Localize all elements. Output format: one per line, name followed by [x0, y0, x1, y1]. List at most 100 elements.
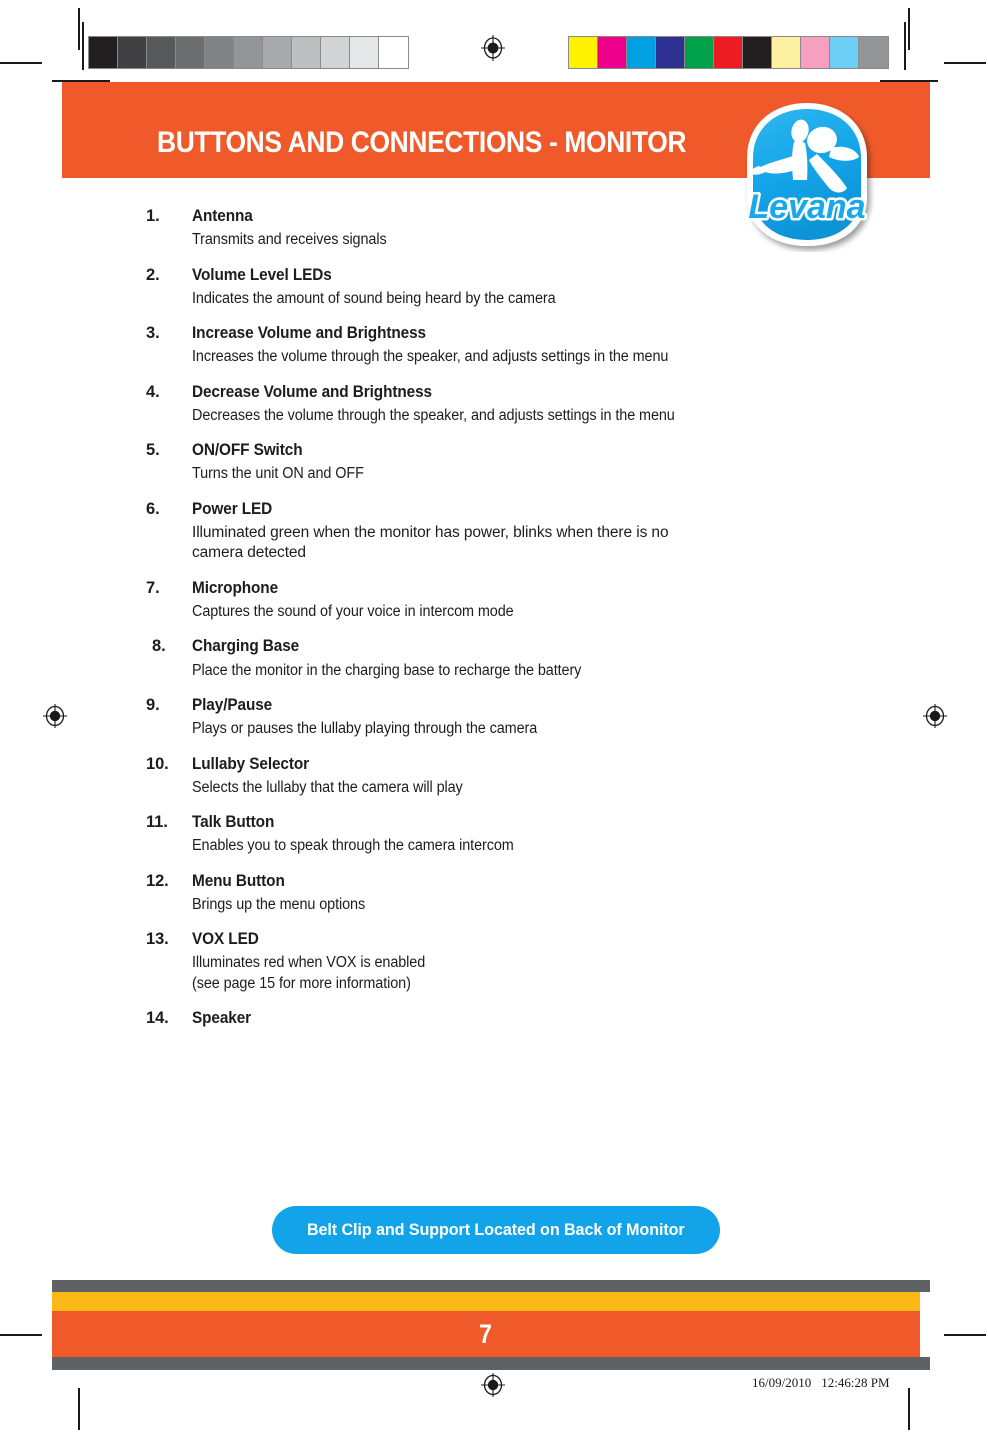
list-item-description-line: Transmits and receives signals: [192, 231, 387, 249]
list-item-title: Speaker: [192, 1009, 252, 1028]
grayscale-swatch: [350, 37, 379, 68]
list-item: 8. Charging Base Place the monitor in the …: [146, 636, 794, 681]
list-item-number: 11.: [146, 813, 168, 832]
grayscale-swatch: [147, 37, 176, 68]
list-item-description: Increases the volume through the speaker…: [192, 344, 794, 367]
list-item-title: Microphone: [192, 578, 279, 597]
grayscale-swatch: [379, 37, 408, 68]
list-item-description-line: Increases the volume through the speaker…: [192, 348, 669, 366]
list-item-title: Talk Button: [192, 813, 275, 832]
list-item-heading: 9. Play/Pause: [146, 695, 794, 716]
list-item-description-line: Illuminates red when VOX is enabled: [192, 954, 426, 972]
list-item: 13. VOX LED Illuminates red when VOX is en…: [146, 929, 794, 994]
list-item-description: Decreases the volume through the speaker…: [192, 403, 794, 426]
list-item-heading: 10. Lullaby Selector: [146, 754, 794, 775]
list-item-heading: 8. Charging Base: [146, 636, 794, 657]
footer-orange-bar: 7: [52, 1311, 920, 1357]
list-item-description: Indicates the amount of sound being hear…: [192, 286, 794, 309]
list-item-description: Plays or pauses the lullaby playing thro…: [192, 716, 794, 739]
list-item-number: 6.: [146, 499, 160, 518]
list-item-description-line: camera detected: [192, 544, 306, 562]
list-item: 2. Volume Level LEDs Indicates the amount …: [146, 265, 794, 310]
list-item-title: Play/Pause: [192, 695, 273, 714]
list-item-description: Turns the unit ON and OFF: [192, 461, 794, 484]
list-item-description-line: Illuminated green when the monitor has p…: [192, 523, 669, 541]
crop-mark-top-left-horizontal: [0, 62, 42, 64]
list-item-description-line: Enables you to speak through the camera …: [192, 837, 514, 855]
list-item-description: Captures the sound of your voice in inte…: [192, 599, 794, 622]
list-item-number: 9.: [146, 695, 160, 714]
list-item-title: Increase Volume and Brightness: [192, 324, 426, 343]
grayscale-calibration-bar: [88, 36, 409, 69]
list-item-title: Menu Button: [192, 871, 285, 890]
list-item-description: Illuminates red when VOX is enabled (see …: [192, 950, 794, 994]
color-swatch: [569, 37, 598, 68]
list-item-heading: 13. VOX LED: [146, 929, 794, 950]
color-swatch: [656, 37, 685, 68]
list-item: 5. ON/OFF Switch Turns the unit ON and OFF: [146, 440, 794, 485]
list-item-heading: 4. Decrease Volume and Brightness: [146, 382, 794, 403]
list-item-heading: 12. Menu Button: [146, 871, 794, 892]
crop-mark-right-edge-upper: [904, 22, 906, 70]
list-item-number: 10.: [146, 754, 169, 773]
list-item-description: Enables you to speak through the camera …: [192, 833, 794, 856]
list-item-description-line: Plays or pauses the lullaby playing thro…: [192, 720, 538, 738]
crop-mark-bottom-left-vertical: [78, 1388, 80, 1430]
crop-mark-left-edge-upper: [82, 22, 84, 70]
footer-gold-bar: [52, 1292, 920, 1311]
list-item-heading: 5. ON/OFF Switch: [146, 440, 794, 461]
list-item-heading: 3. Increase Volume and Brightness: [146, 323, 794, 344]
belt-clip-callout[interactable]: Belt Clip and Support Located on Back of…: [272, 1206, 720, 1254]
list-item-number: 8.: [152, 637, 166, 656]
list-item-description-line: Place the monitor in the charging base t…: [192, 661, 582, 679]
list-item-title: Charging Base: [192, 637, 300, 656]
list-item-number: 5.: [146, 441, 160, 460]
list-item-description: Illuminated green when the monitor has p…: [192, 520, 830, 564]
list-item-title: VOX LED: [192, 930, 259, 949]
list-item-number: 1.: [146, 207, 160, 225]
print-timestamp-date: 16/09/2010: [752, 1375, 812, 1390]
list-item-title: Lullaby Selector: [192, 754, 310, 773]
list-item-description-line: Indicates the amount of sound being hear…: [192, 289, 556, 307]
buttons-and-connections-list: 1. Antenna Transmits and receives signals 2…: [146, 206, 794, 1043]
grayscale-swatch: [263, 37, 292, 68]
footer-gray-bottom-bar: [52, 1357, 930, 1370]
page-number: 7: [479, 1318, 493, 1349]
list-item-description-line: Turns the unit ON and OFF: [192, 465, 364, 483]
list-item-heading: 11. Talk Button: [146, 812, 794, 833]
crop-mark-bottom-right-vertical: [908, 1388, 910, 1430]
list-item: 12. Menu Button Brings up the menu options: [146, 871, 794, 916]
list-item: 6. Power LED Illuminated green when the mo…: [146, 499, 794, 564]
list-item-heading: 1. Antenna: [146, 206, 794, 227]
page-footer: 7: [52, 1280, 930, 1370]
list-item-description-line: Decreases the volume through the speaker…: [192, 406, 675, 424]
list-item-title: Power LED: [192, 499, 273, 518]
list-item: 14. Speaker: [146, 1008, 794, 1029]
color-swatch: [772, 37, 801, 68]
registration-mark-bottom-center: [480, 1372, 506, 1398]
list-item-number: 4.: [146, 382, 160, 401]
list-item-number: 3.: [146, 324, 160, 343]
grayscale-swatch: [292, 37, 321, 68]
list-item-title: Volume Level LEDs: [192, 265, 332, 284]
footer-gray-top-bar: [52, 1280, 930, 1292]
registration-mark-top-center: [480, 35, 506, 61]
list-item: 10. Lullaby Selector Selects the lullaby t…: [146, 754, 794, 799]
color-swatch: [743, 37, 772, 68]
color-swatch: [859, 37, 888, 68]
list-item-title: ON/OFF Switch: [192, 441, 303, 460]
list-item-description-line: Captures the sound of your voice in inte…: [192, 602, 514, 620]
list-item-number: 7.: [146, 578, 160, 597]
color-swatch: [598, 37, 627, 68]
list-item-description-line: (see page 15 for more information): [192, 974, 411, 992]
registration-mark-left-center: [42, 703, 68, 729]
list-item-description: Brings up the menu options: [192, 892, 794, 915]
list-item-description-line: Selects the lullaby that the camera will…: [192, 778, 463, 796]
list-item-number: 2.: [146, 265, 160, 284]
color-calibration-bar: [568, 36, 889, 69]
color-swatch: [714, 37, 743, 68]
list-item: 11. Talk Button Enables you to speak throu…: [146, 812, 794, 857]
list-item-heading: 7. Microphone: [146, 578, 794, 599]
color-swatch: [627, 37, 656, 68]
grayscale-swatch: [118, 37, 147, 68]
